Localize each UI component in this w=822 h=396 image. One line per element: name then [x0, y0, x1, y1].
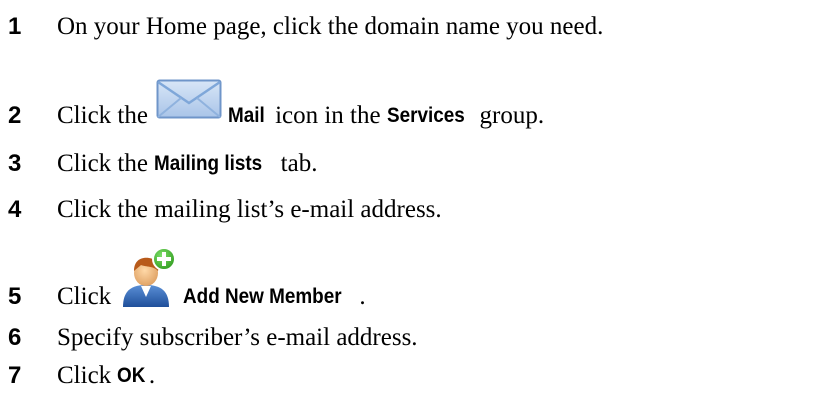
add-new-member-label: Add New Member [183, 285, 342, 308]
step-text: group. [473, 102, 545, 129]
step-text: icon in the [268, 102, 387, 129]
mail-label: Mail [227, 104, 265, 127]
step-number: 5 [8, 283, 22, 310]
step-1: 1 On your Home page, click the domain na… [8, 9, 822, 45]
step-text: Click the [57, 102, 148, 129]
step-number: 4 [8, 196, 22, 223]
services-label: Services [386, 104, 465, 127]
step-text: Click [57, 283, 112, 310]
step-number: 7 [8, 362, 22, 389]
step-text: On your Home page, click the domain name… [57, 13, 604, 40]
step-text: . [359, 283, 366, 310]
step-text: tab. [274, 150, 318, 177]
step-number: 1 [8, 13, 22, 40]
step-text: . [148, 362, 156, 389]
step-text: Click [57, 362, 118, 389]
step-number: 2 [8, 102, 22, 129]
step-number: 3 [8, 150, 22, 177]
step-4: 4 Click the mailing list’s e-mail addres… [8, 192, 822, 228]
mailing-lists-label: Mailing lists [154, 152, 263, 175]
step-text: Click the [57, 150, 155, 177]
step-text: Click the mailing list’s e-mail address. [57, 196, 442, 223]
step-7: 7 Click OK . [8, 358, 822, 394]
step-2: 2 Click the Mail icon in the Services gr… [8, 79, 822, 134]
mail-icon [156, 79, 222, 142]
step-text: Specify subscriber’s e-mail address. [57, 324, 418, 351]
ok-label: OK [117, 364, 146, 387]
step-6: 6 Specify subscriber’s e-mail address. [8, 320, 822, 356]
step-number: 6 [8, 324, 22, 351]
step-3: 3 Click the Mailing lists tab. [8, 146, 822, 182]
step-5: 5 Click Add New Member . [8, 246, 822, 315]
